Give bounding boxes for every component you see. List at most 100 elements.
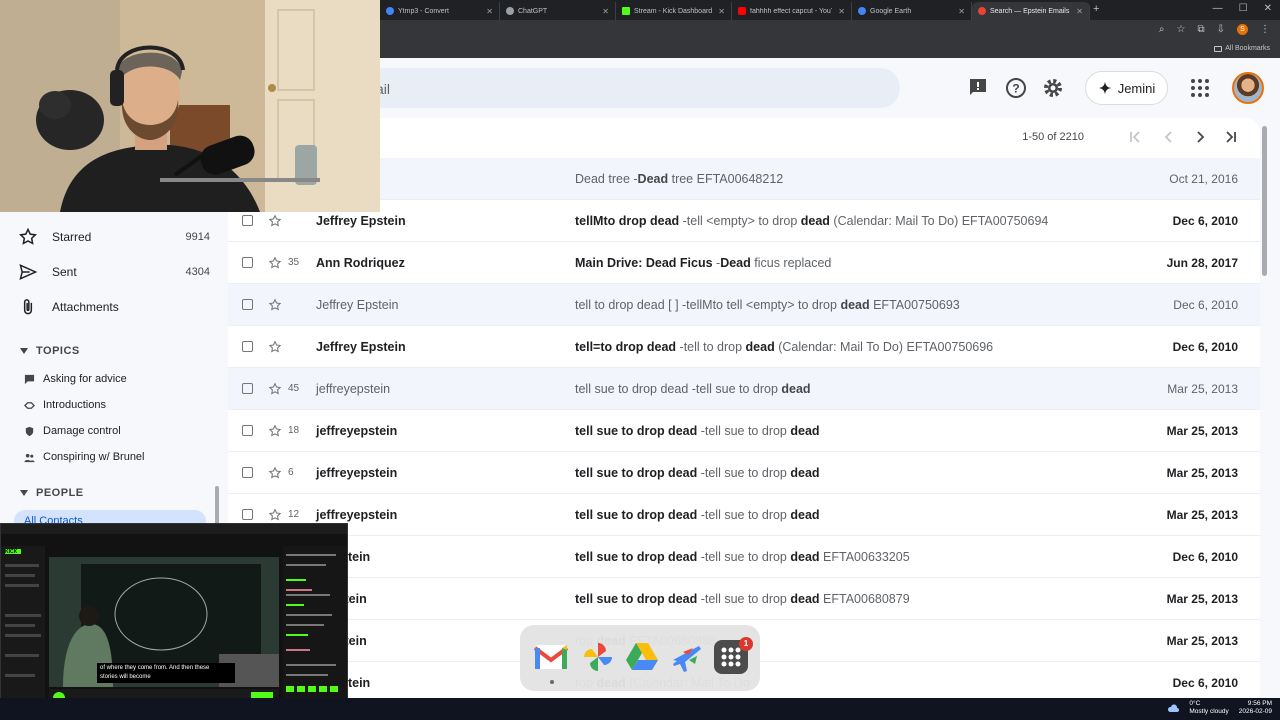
- zoom-icon[interactable]: ⌕: [1159, 24, 1165, 35]
- topic-conspiring[interactable]: Conspiring w/ Brunel: [24, 451, 145, 463]
- sidebar-item-sent[interactable]: Sent 4304: [0, 256, 228, 288]
- close-icon[interactable]: ✕: [486, 7, 493, 16]
- window-controls: — ☐ ✕: [1213, 3, 1272, 14]
- minimize-icon[interactable]: —: [1213, 3, 1223, 14]
- row-checkbox[interactable]: [242, 299, 253, 310]
- sender-name: Jeffrey Epstein: [316, 339, 406, 354]
- row-date: Dec 6, 2010: [1172, 549, 1238, 564]
- topics-heading[interactable]: TOPICS: [20, 345, 80, 357]
- row-checkbox[interactable]: [242, 341, 253, 352]
- subject-line: Main Drive: Dead Ficus -Dead ficus repla…: [575, 256, 831, 270]
- shield-icon: [25, 426, 34, 436]
- star-icon[interactable]: [268, 424, 282, 438]
- close-icon[interactable]: ✕: [602, 7, 609, 16]
- tab-chatgpt[interactable]: ChatGPT ✕: [500, 2, 616, 20]
- tab-epstein-emails[interactable]: Search — Epstein Emails ✕: [972, 2, 1090, 20]
- row-checkbox[interactable]: [242, 509, 253, 520]
- snippet-suffix: (Calendar: Mail To Do) EFTA00750694: [829, 213, 1049, 228]
- tab-kick-dashboard[interactable]: Stream - Kick Dashboard ✕: [616, 2, 732, 20]
- clock[interactable]: 9:56 PM 2026-02-09: [1239, 700, 1272, 716]
- tab-label: fahhhh effect capcut - YouTube: [750, 7, 832, 15]
- star-icon[interactable]: [268, 298, 282, 312]
- all-bookmarks-button[interactable]: All Bookmarks: [1214, 45, 1270, 52]
- gemini-button[interactable]: Jemini: [1085, 71, 1168, 105]
- stream-preview-overlay: KICK of where they come from. And then t…: [0, 523, 348, 720]
- row-checkbox[interactable]: [242, 215, 253, 226]
- sidebar-item-attachments[interactable]: Attachments: [0, 291, 228, 323]
- table-row[interactable]: 12 jeffreyepstein tell sue to drop dead -t…: [228, 494, 1260, 536]
- extensions-icon[interactable]: ⧉: [1197, 24, 1204, 35]
- youtube-favicon-icon: [738, 7, 746, 15]
- people-heading[interactable]: PEOPLE: [20, 487, 84, 499]
- subject: Main Drive: Dead Ficus: [575, 255, 713, 270]
- apps-grid-icon[interactable]: [1188, 76, 1212, 100]
- row-date: Mar 25, 2013: [1166, 633, 1238, 648]
- close-icon[interactable]: ✕: [1076, 7, 1083, 16]
- table-row[interactable]: yepsteintell sue to drop dead -tell sue …: [228, 578, 1260, 620]
- first-page-icon[interactable]: [1126, 128, 1144, 146]
- subject: tell sue to drop dead: [575, 507, 698, 522]
- settings-gear-icon[interactable]: [1041, 76, 1065, 100]
- row-date: Mar 25, 2013: [1166, 507, 1238, 522]
- weather-widget[interactable]: 0°C Mostly cloudy: [1189, 700, 1228, 716]
- profile-avatar[interactable]: S: [1237, 24, 1248, 35]
- sidebar-scrollbar[interactable]: [215, 486, 219, 526]
- tab-label: ChatGPT: [518, 7, 548, 15]
- chevron-left-icon[interactable]: [1160, 128, 1178, 146]
- bookmark-star-icon[interactable]: ☆: [1177, 24, 1186, 35]
- tab-ytmp3[interactable]: Ytmp3 - Convert ✕: [380, 2, 500, 20]
- topic-asking-for-advice[interactable]: Asking for advice: [24, 373, 127, 385]
- topic-damage-control[interactable]: Damage control: [24, 425, 121, 437]
- row-checkbox[interactable]: [242, 257, 253, 268]
- snippet-suffix: ficus replaced: [750, 255, 832, 270]
- chevron-right-icon[interactable]: [1191, 128, 1209, 146]
- snippet-highlight: dead: [781, 381, 811, 396]
- table-row[interactable]: 18 jeffreyepstein tell sue to drop dead -t…: [228, 410, 1260, 452]
- section-label: TOPICS: [36, 345, 80, 357]
- topic-introductions[interactable]: Introductions: [24, 399, 106, 411]
- snippet-prefix: -tell sue to drop: [688, 381, 782, 396]
- tab-google-earth[interactable]: Google Earth ✕: [852, 2, 972, 20]
- table-row[interactable]: Jeffrey Epstein tellMto drop dead -tell <…: [228, 200, 1260, 242]
- list-scrollbar[interactable]: [1262, 126, 1267, 276]
- flights-icon[interactable]: [667, 638, 705, 676]
- table-row[interactable]: 35 Ann Rodriquez Main Drive: Dead Ficus -D…: [228, 242, 1260, 284]
- table-row[interactable]: 45 jeffreyepstein tell sue to drop dead -t…: [228, 368, 1260, 410]
- star-icon[interactable]: [268, 382, 282, 396]
- star-icon[interactable]: [268, 214, 282, 228]
- new-tab-button[interactable]: +: [1093, 3, 1099, 15]
- star-icon[interactable]: [268, 466, 282, 480]
- sidebar-item-starred[interactable]: Starred 9914: [0, 221, 228, 253]
- close-icon[interactable]: ✕: [838, 7, 845, 16]
- row-checkbox[interactable]: [242, 425, 253, 436]
- close-icon[interactable]: ✕: [718, 7, 725, 16]
- downloads-icon[interactable]: ⇩: [1217, 24, 1225, 35]
- close-window-icon[interactable]: ✕: [1264, 3, 1272, 14]
- snippet-prefix: -tell to drop: [676, 339, 746, 354]
- table-row[interactable]: Jeffrey Epstein tell to drop dead [ ] -te…: [228, 284, 1260, 326]
- account-avatar[interactable]: [1232, 72, 1264, 104]
- row-checkbox[interactable]: [242, 383, 253, 394]
- drive-icon[interactable]: [623, 638, 661, 676]
- photos-icon[interactable]: [579, 638, 617, 676]
- tab-youtube[interactable]: fahhhh effect capcut - YouTube ✕: [732, 2, 852, 20]
- menu-dots-icon[interactable]: ⋮: [1260, 24, 1270, 35]
- search-bar[interactable]: ail: [340, 68, 900, 108]
- table-row[interactable]: Jeffrey Epstein tell=to drop dead -tell t…: [228, 326, 1260, 368]
- feedback-icon[interactable]: [966, 76, 990, 100]
- table-row[interactable]: 6 jeffreyepstein tell sue to drop dead -te…: [228, 452, 1260, 494]
- maximize-icon[interactable]: ☐: [1239, 3, 1248, 14]
- help-icon[interactable]: ?: [1004, 76, 1028, 100]
- star-icon[interactable]: [268, 508, 282, 522]
- table-row[interactable]: y epsteintell sue to drop dead -tell sue…: [228, 536, 1260, 578]
- webcam-feed-image: [0, 0, 380, 212]
- close-icon[interactable]: ✕: [958, 7, 965, 16]
- gmail-icon[interactable]: [532, 638, 570, 676]
- row-date: Mar 25, 2013: [1166, 591, 1238, 606]
- table-row[interactable]: steinDead tree -Dead tree EFTA00648212Oc…: [228, 158, 1260, 200]
- star-icon[interactable]: [268, 256, 282, 270]
- row-checkbox[interactable]: [242, 467, 253, 478]
- star-icon[interactable]: [268, 340, 282, 354]
- last-page-icon[interactable]: [1222, 128, 1240, 146]
- notification-badge: 1: [739, 637, 753, 651]
